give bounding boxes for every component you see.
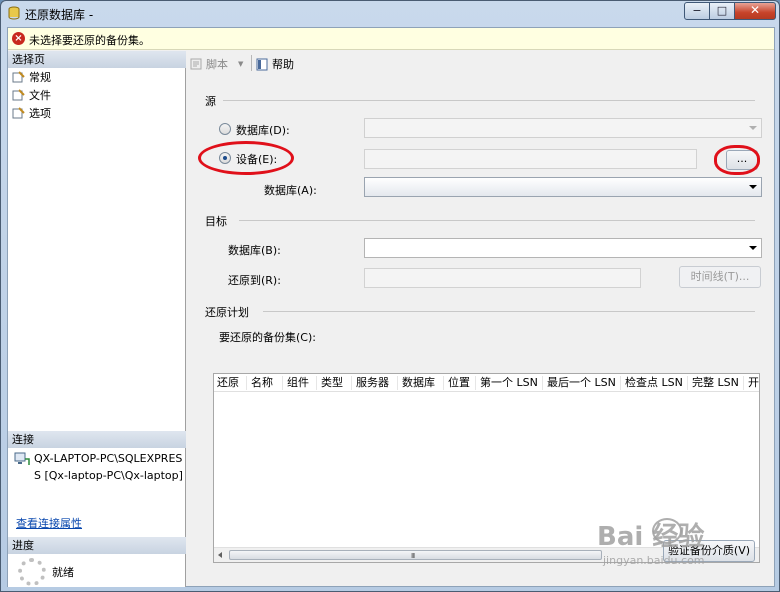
target-database-label: 数据库(B): <box>228 244 281 257</box>
maximize-button[interactable]: □ <box>709 2 735 20</box>
col-name[interactable]: 名称 <box>248 376 283 390</box>
scrollbar-thumb[interactable]: III <box>229 550 602 560</box>
col-type[interactable]: 类型 <box>318 376 352 390</box>
progress-spinner-icon <box>18 558 46 586</box>
error-icon: × <box>12 32 25 45</box>
chevron-down-icon <box>749 126 757 130</box>
restore-database-window: 还原数据库 - − □ ✕ × 未选择要还原的备份集。 选择页 常规 文件 选项… <box>0 0 780 592</box>
window-title: 还原数据库 - <box>25 8 94 22</box>
source-divider <box>223 100 755 101</box>
grid-header-row: 还原 名称 组件 类型 服务器 数据库 位置 第一个 LSN 最后一个 LSN … <box>214 374 759 392</box>
watermark-brand: Bai 经验 <box>597 522 705 552</box>
col-restore[interactable]: 还原 <box>214 376 247 390</box>
col-component[interactable]: 组件 <box>284 376 317 390</box>
page-wrench-icon <box>12 107 25 119</box>
col-first-lsn[interactable]: 第一个 LSN <box>477 376 543 390</box>
dialog-client-area: × 未选择要还原的备份集。 选择页 常规 文件 选项 连接 QX-LAPTOP-… <box>7 27 775 587</box>
title-bar: 还原数据库 - − □ ✕ <box>1 1 779 27</box>
database-icon <box>8 6 20 20</box>
page-item-label: 常规 <box>29 71 51 84</box>
pages-header: 选择页 <box>8 51 186 68</box>
script-icon <box>190 58 202 70</box>
target-divider <box>239 220 755 221</box>
timeline-button[interactable]: 时间线(T)... <box>679 266 761 288</box>
source-group-label: 源 <box>205 95 216 108</box>
paw-logo-icon <box>652 518 682 544</box>
annotation-circle-browse <box>714 145 760 175</box>
source-database-combo[interactable] <box>364 118 762 138</box>
script-label: 脚本 <box>206 58 228 71</box>
script-button[interactable]: 脚本 ▼ <box>190 56 243 72</box>
page-wrench-icon <box>12 71 25 83</box>
help-icon <box>256 58 268 70</box>
toolbar-separator <box>251 55 252 71</box>
grip-icon: III <box>411 552 415 560</box>
connection-header: 连接 <box>8 431 186 448</box>
left-pane: 选择页 常规 文件 选项 连接 QX-LAPTOP-PC\SQLEXPRES S… <box>8 51 186 587</box>
help-button[interactable]: 帮助 <box>256 56 294 72</box>
help-label: 帮助 <box>272 58 294 71</box>
device-path-field[interactable] <box>364 149 697 169</box>
plan-divider <box>263 311 755 312</box>
database-radio[interactable] <box>219 123 231 135</box>
progress-status: 就绪 <box>52 566 74 579</box>
col-server[interactable]: 服务器 <box>353 376 398 390</box>
col-last-lsn[interactable]: 最后一个 LSN <box>544 376 621 390</box>
watermark-url: jingyan.baidu.com <box>603 554 705 567</box>
device-database-label: 数据库(A): <box>264 184 317 197</box>
toolbar: 脚本 ▼ 帮助 <box>187 51 774 75</box>
target-database-combo[interactable] <box>364 238 762 258</box>
restore-to-field[interactable] <box>364 268 641 288</box>
page-item-label: 选项 <box>29 107 51 120</box>
progress-header: 进度 <box>8 537 186 554</box>
page-item-options[interactable]: 选项 <box>12 106 51 122</box>
page-item-label: 文件 <box>29 89 51 102</box>
chevron-down-icon <box>749 246 757 250</box>
connection-user-line: S [Qx-laptop-PC\Qx-laptop] <box>34 469 183 482</box>
server-connection-icon <box>14 452 30 465</box>
page-item-general[interactable]: 常规 <box>12 70 51 86</box>
error-message: 未选择要还原的备份集。 <box>29 34 150 47</box>
col-full-lsn[interactable]: 完整 LSN <box>689 376 744 390</box>
plan-group-label: 还原计划 <box>205 306 249 319</box>
dropdown-arrow-icon: ▼ <box>238 60 244 68</box>
baidu-jingyan-watermark: Bai 经验 jingyan.baidu.com <box>597 516 777 576</box>
page-item-files[interactable]: 文件 <box>12 88 51 104</box>
device-database-combo[interactable] <box>364 177 762 197</box>
col-checkpoint-lsn[interactable]: 检查点 LSN <box>622 376 688 390</box>
page-wrench-icon <box>12 89 25 101</box>
restore-to-label: 还原到(R): <box>228 274 281 287</box>
minimize-button[interactable]: − <box>684 2 710 20</box>
scroll-left-icon[interactable] <box>218 552 222 558</box>
col-start[interactable]: 开始 <box>745 376 759 390</box>
close-button[interactable]: ✕ <box>734 2 776 20</box>
backup-sets-label: 要还原的备份集(C): <box>219 331 316 344</box>
error-message-bar: × 未选择要还原的备份集。 <box>8 28 774 50</box>
view-connection-properties-link[interactable]: 查看连接属性 <box>16 515 82 531</box>
chevron-down-icon <box>749 185 757 189</box>
col-location[interactable]: 位置 <box>445 376 476 390</box>
annotation-circle-device <box>198 141 294 175</box>
target-group-label: 目标 <box>205 215 227 228</box>
database-radio-label: 数据库(D): <box>236 124 290 137</box>
connection-server-line: QX-LAPTOP-PC\SQLEXPRES <box>34 452 183 465</box>
col-database[interactable]: 数据库 <box>399 376 444 390</box>
